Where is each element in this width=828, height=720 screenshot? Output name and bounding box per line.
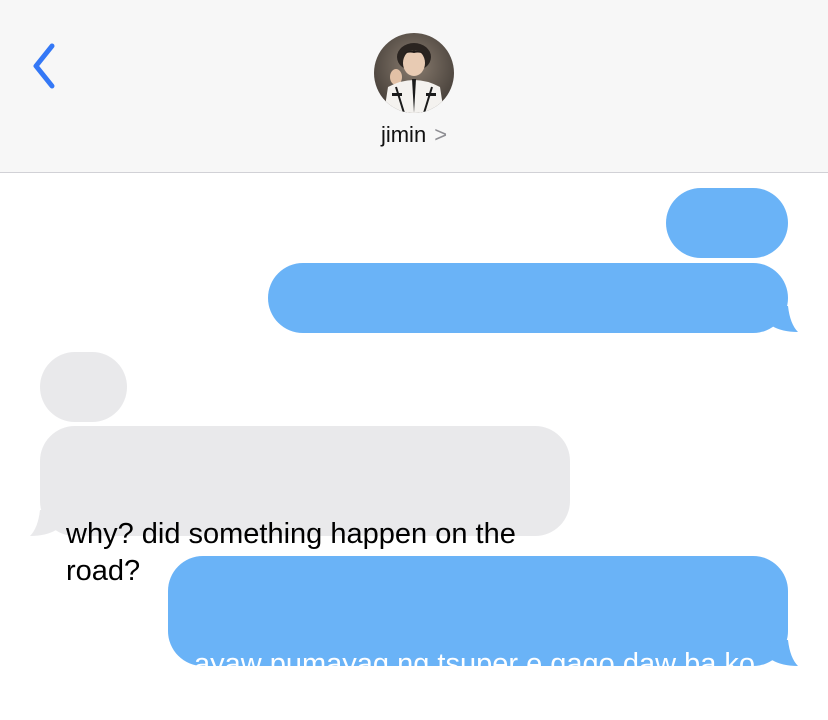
- conversation-header: jimin >: [0, 0, 828, 173]
- message-text: ayaw pumayag ng tsuper e gago daw ba ko: [194, 648, 756, 680]
- contact-avatar[interactable]: [374, 33, 454, 113]
- back-button[interactable]: [26, 40, 66, 92]
- sent-message-bubble[interactable]: di yata ako makapag-drive thru: [268, 263, 788, 387]
- sent-message-bubble[interactable]: ayaw pumayag ng tsuper e gago daw ba ko: [168, 556, 788, 680]
- sent-bubble-tail: [770, 640, 798, 666]
- message-text: di yata ako makapag-drive thru: [294, 355, 693, 387]
- chevron-left-icon: [33, 43, 55, 89]
- sent-message-bubble[interactable]: baby: [666, 188, 788, 312]
- sent-bubble-tail: [770, 306, 798, 332]
- contact-name: jimin: [380, 122, 427, 147]
- received-message-bubble[interactable]: oh: [40, 352, 127, 476]
- received-message-bubble[interactable]: why? did something happen on the road?: [40, 426, 570, 587]
- received-bubble-tail: [30, 510, 58, 536]
- contact-name-button[interactable]: jimin >: [0, 122, 828, 148]
- chevron-right-icon: >: [434, 122, 448, 147]
